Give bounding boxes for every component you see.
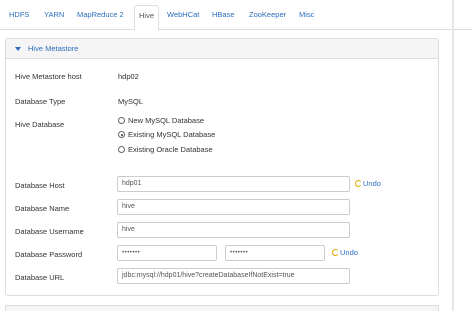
radio-label: Existing MySQL Database bbox=[128, 130, 216, 139]
tab-webhcat[interactable]: WebHCat bbox=[167, 8, 199, 30]
radio-button-checked[interactable] bbox=[118, 131, 125, 138]
undo-icon bbox=[332, 249, 339, 256]
tab-hdfs[interactable]: HDFS bbox=[9, 8, 29, 30]
radio-button[interactable] bbox=[118, 146, 125, 153]
service-tabs: HDFS YARN MapReduce 2 Hive WebHCat HBase… bbox=[0, 0, 472, 31]
caret-down-icon bbox=[15, 47, 21, 51]
undo-label: Undo bbox=[340, 248, 358, 257]
database-url-input[interactable]: jdbc:mysql://hdp01/hive?createDatabaseIf… bbox=[117, 268, 350, 284]
metastore-host-label: Hive Metastore host bbox=[15, 72, 82, 81]
database-url-label: Database URL bbox=[15, 273, 65, 282]
database-username-label: Database Username bbox=[15, 227, 84, 236]
database-password-label: Database Password bbox=[15, 250, 83, 259]
undo-password-link[interactable]: Undo bbox=[332, 247, 358, 259]
database-username-input[interactable]: hive bbox=[117, 222, 350, 238]
next-panel-edge bbox=[5, 305, 439, 311]
database-type-value: MySQL bbox=[118, 97, 144, 106]
tab-misc[interactable]: Misc bbox=[299, 8, 314, 30]
database-type-label: Database Type bbox=[15, 97, 66, 106]
radio-label: Existing Oracle Database bbox=[128, 145, 213, 154]
tab-zookeeper[interactable]: ZooKeeper bbox=[249, 8, 286, 30]
scrollbar-track[interactable] bbox=[452, 0, 454, 311]
tab-mapreduce2[interactable]: MapReduce 2 bbox=[77, 8, 124, 30]
undo-label: Undo bbox=[363, 179, 381, 188]
database-name-label: Database Name bbox=[15, 204, 70, 213]
database-name-input[interactable]: hive bbox=[117, 199, 350, 215]
database-host-label: Database Host bbox=[15, 181, 65, 190]
tab-hive[interactable]: Hive bbox=[134, 5, 160, 31]
database-password-input[interactable]: ••••••• bbox=[117, 245, 217, 261]
tab-hbase[interactable]: HBase bbox=[212, 8, 235, 30]
database-host-input[interactable]: hdp01 bbox=[117, 176, 350, 192]
panel-heading[interactable]: Hive Metastore bbox=[6, 39, 438, 59]
tab-yarn[interactable]: YARN bbox=[44, 8, 64, 30]
undo-icon bbox=[355, 180, 362, 187]
radio-label: New MySQL Database bbox=[128, 116, 205, 125]
hive-database-label: Hive Database bbox=[15, 120, 65, 129]
radio-button[interactable] bbox=[118, 117, 125, 124]
metastore-host-value: hdp02 bbox=[118, 72, 139, 81]
database-password-confirm-input[interactable]: ••••••• bbox=[225, 245, 325, 261]
panel-title: Hive Metastore bbox=[28, 44, 79, 53]
undo-host-link[interactable]: Undo bbox=[355, 178, 381, 190]
